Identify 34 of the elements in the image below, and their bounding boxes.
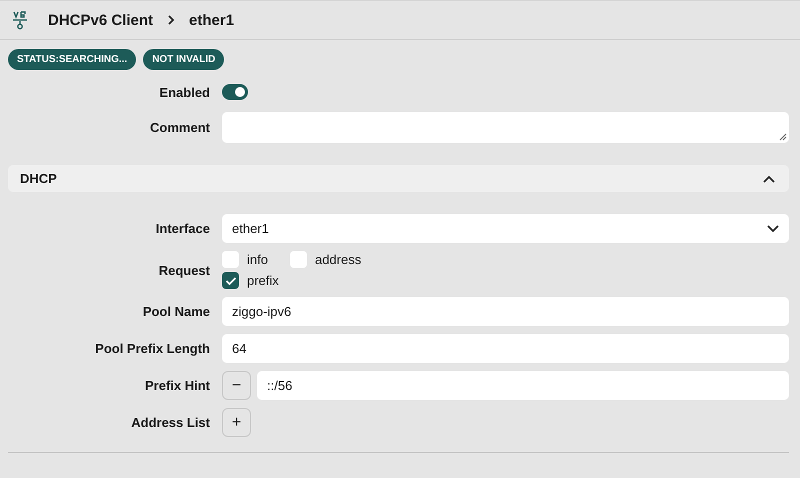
field-label: Enabled [158, 84, 211, 100]
text-field[interactable]: ::/56 [257, 371, 789, 400]
interface-dropdown[interactable]: ether1 [222, 214, 789, 243]
section-header[interactable]: DHCP [8, 165, 789, 192]
section-title: DHCP [20, 171, 57, 186]
enabled-toggle[interactable] [222, 84, 248, 100]
chevron-icon [763, 174, 775, 182]
field-label: Prefix Hint [144, 378, 211, 393]
add-button[interactable]: + [222, 408, 251, 437]
remove-button[interactable]: − [222, 371, 251, 400]
chevron-right-icon [167, 14, 176, 26]
checkbox[interactable] [222, 251, 239, 268]
page-title: DHCPv6 Client [48, 12, 154, 28]
field-label: Interface [154, 221, 211, 236]
field-label: Comment [149, 120, 211, 135]
comment-field[interactable] [222, 112, 789, 143]
checkbox-label: prefix [247, 273, 279, 288]
text-field[interactable]: ziggo-ipv6 [222, 297, 789, 326]
field-label: Request [158, 262, 211, 278]
status-badge: NOT INVALID [143, 49, 224, 70]
field-label: Pool Prefix Length [94, 341, 211, 356]
chevron-down-icon [767, 224, 779, 232]
breadcrumb-item[interactable]: ether1 [189, 12, 234, 28]
checkbox[interactable] [222, 272, 239, 289]
resize-grip-icon[interactable] [779, 133, 787, 141]
field-label: Address List [130, 415, 211, 430]
text-field[interactable]: 64 [222, 334, 789, 363]
status-badge: STATUS:SEARCHING... [8, 49, 136, 70]
ipv6-icon [12, 10, 28, 30]
checkmark-icon [224, 276, 236, 286]
checkbox-label: address [314, 252, 362, 267]
checkbox[interactable] [290, 251, 307, 268]
field-label: Pool Name [142, 304, 211, 319]
checkbox-label: info [247, 252, 268, 267]
